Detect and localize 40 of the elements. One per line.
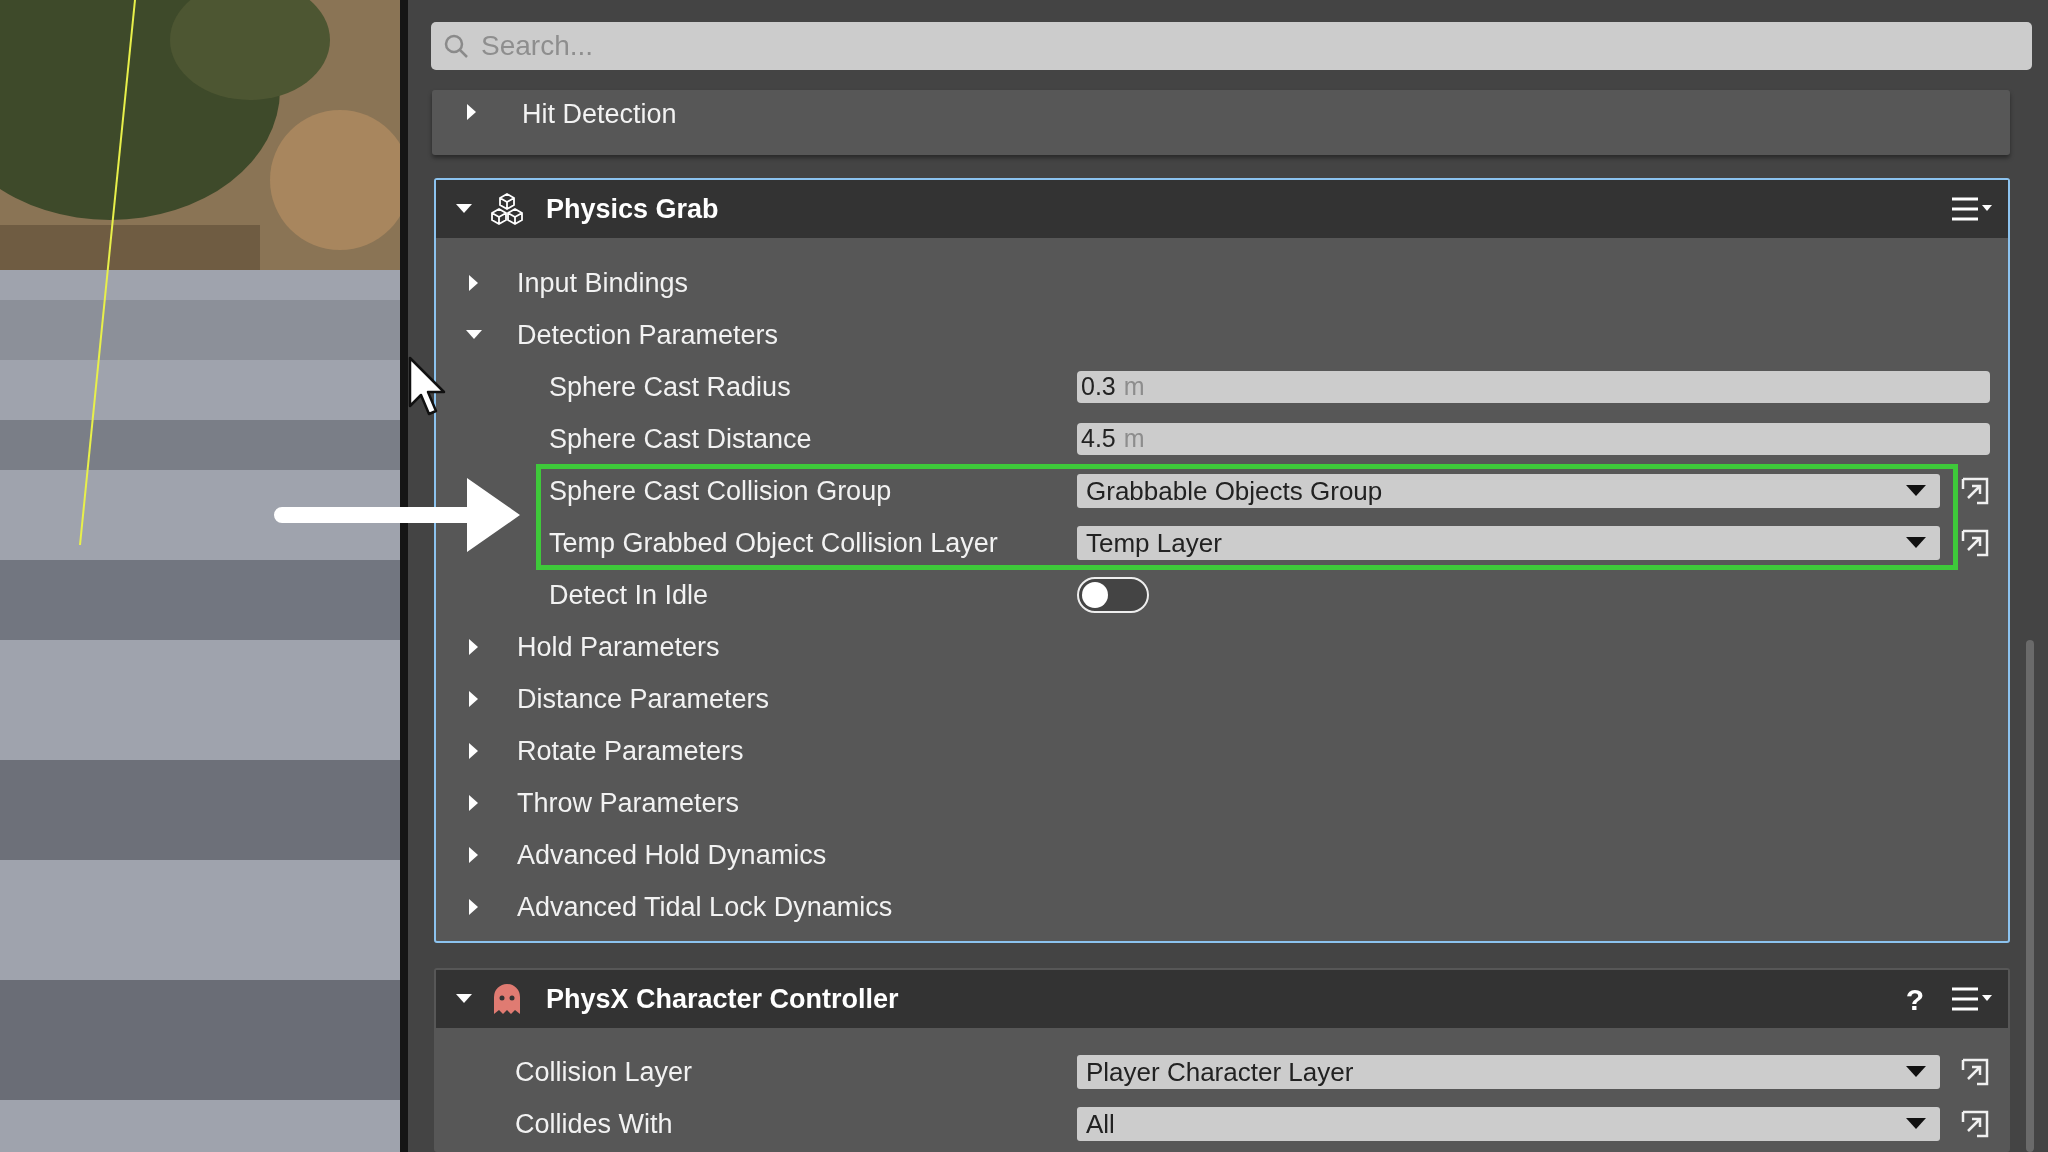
- group-title: Hit Detection: [522, 98, 677, 131]
- property-label: Detect In Idle: [549, 578, 709, 612]
- link-icon[interactable]: [1960, 1057, 1990, 1087]
- property-label: Temp Grabbed Object Collision Layer: [549, 526, 998, 560]
- property-label: Advanced Tidal Lock Dynamics: [517, 890, 893, 924]
- property-label: Sphere Cast Distance: [549, 422, 812, 456]
- dropdown[interactable]: Player Character Layer: [1077, 1055, 1940, 1089]
- search-icon: [443, 33, 469, 59]
- dropdown[interactable]: Temp Layer: [1077, 526, 1940, 560]
- property-label: Advanced Hold Dynamics: [517, 838, 827, 872]
- property-label: Collision Layer: [515, 1055, 693, 1089]
- scrollbar-thumb[interactable]: [2026, 640, 2034, 1152]
- cubes-icon: [490, 192, 524, 226]
- dropdown[interactable]: Grabbable Objects Group: [1077, 474, 1940, 508]
- dropdown-caret-icon: [1906, 537, 1926, 549]
- menu-icon[interactable]: [1950, 195, 1994, 223]
- property-label: Distance Parameters: [517, 682, 770, 716]
- component-title: Physics Grab: [546, 192, 720, 226]
- component-title: PhysX Character Controller: [546, 982, 900, 1016]
- property-label: Rotate Parameters: [517, 734, 744, 768]
- link-icon[interactable]: [1960, 1109, 1990, 1139]
- menu-icon[interactable]: [1950, 985, 1994, 1013]
- number-field[interactable]: 0.3 m: [1077, 371, 1990, 403]
- property-label: Sphere Cast Collision Group: [549, 474, 892, 508]
- link-icon[interactable]: [1960, 528, 1990, 558]
- dropdown-caret-icon: [1906, 1118, 1926, 1130]
- link-icon[interactable]: [1960, 476, 1990, 506]
- property-label: Detection Parameters: [517, 318, 779, 352]
- property-label: Collides With: [515, 1107, 673, 1141]
- property-label: Throw Parameters: [517, 786, 740, 820]
- dropdown-caret-icon: [1906, 485, 1926, 497]
- search-field[interactable]: Search...: [431, 22, 2032, 70]
- property-label: Input Bindings: [517, 266, 689, 300]
- property-label: Hold Parameters: [517, 630, 720, 664]
- toggle-switch[interactable]: [1077, 577, 1149, 613]
- property-label: Sphere Cast Radius: [549, 370, 791, 404]
- help-button[interactable]: ?: [1905, 976, 1924, 1022]
- dropdown-caret-icon: [1906, 1066, 1926, 1078]
- number-field[interactable]: 4.5 m: [1077, 423, 1990, 455]
- dropdown[interactable]: All: [1077, 1107, 1940, 1141]
